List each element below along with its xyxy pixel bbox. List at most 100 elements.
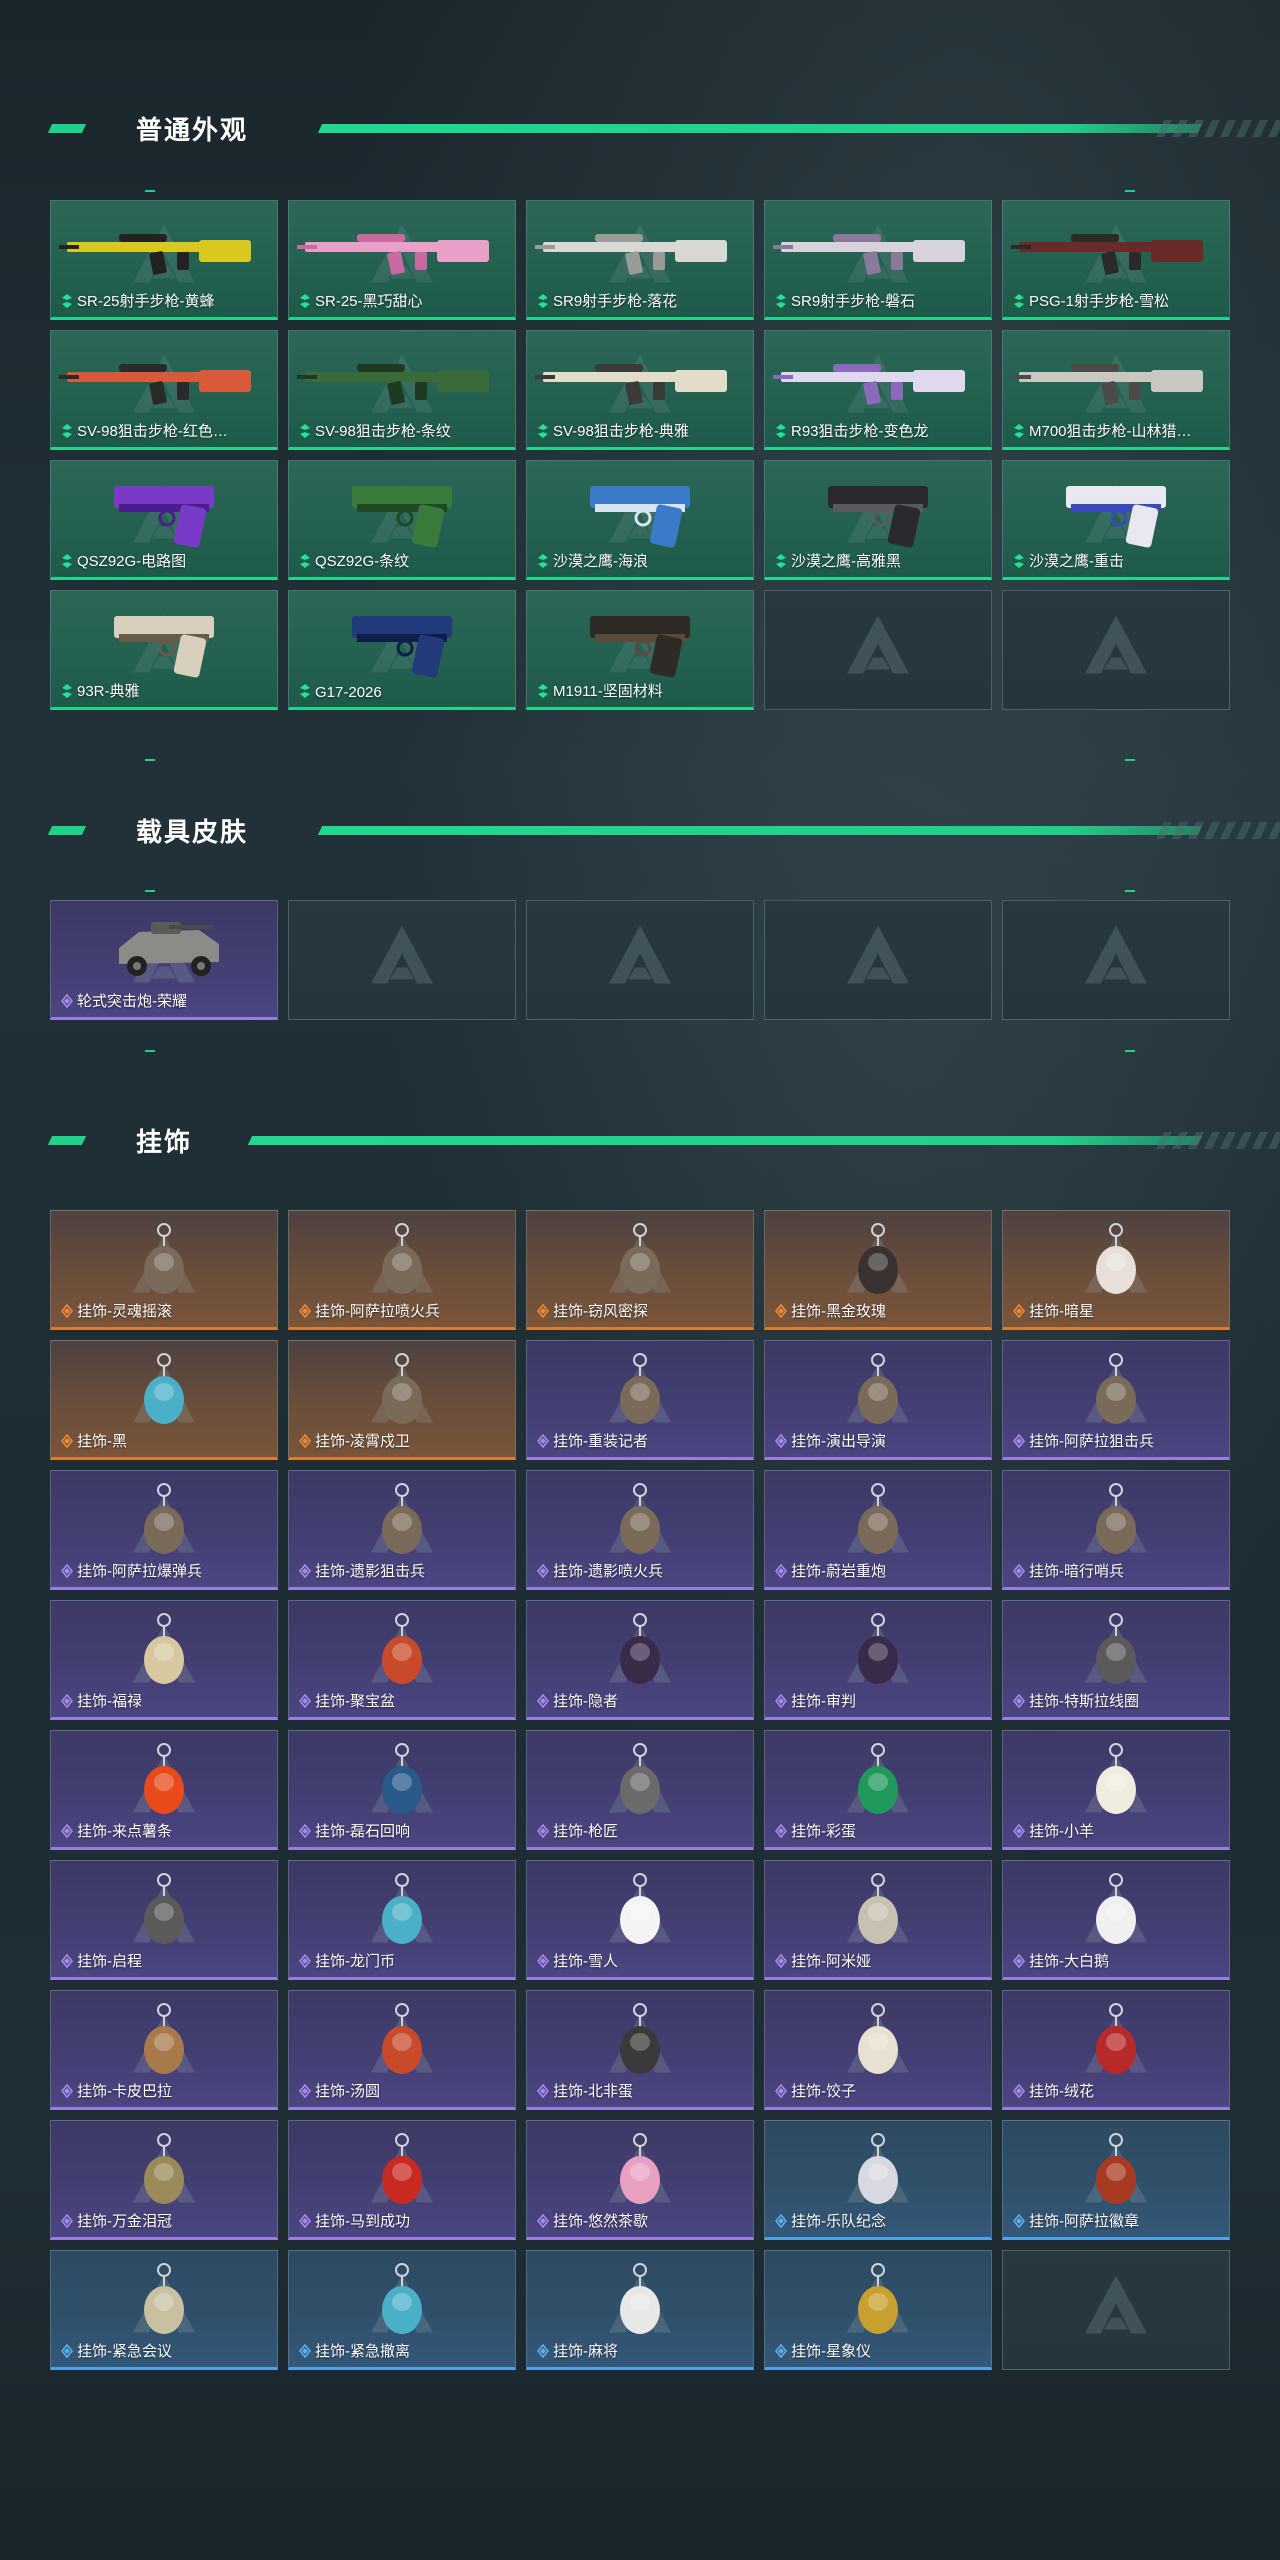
item-label: 挂饰-卡皮巴拉 <box>77 2083 172 2100</box>
item-card[interactable]: PSG-1射手步枪-雪松 <box>1002 200 1230 320</box>
item-card[interactable]: SR9射手步枪-磐石 <box>764 200 992 320</box>
item-card[interactable]: SR-25-黑巧甜心 <box>288 200 516 320</box>
item-card[interactable]: 挂饰-雪人 <box>526 1860 754 1980</box>
rarity-diamond-icon <box>537 2084 549 2098</box>
item-label: 挂饰-遗影狙击兵 <box>315 1563 425 1580</box>
rarity-diamond-icon <box>1013 1824 1025 1838</box>
item-card[interactable]: 挂饰-隐者 <box>526 1600 754 1720</box>
empty-item-slot <box>288 900 516 1020</box>
item-card[interactable]: 挂饰-阿萨拉喷火兵 <box>288 1210 516 1330</box>
charm-tag-icon <box>382 2262 422 2334</box>
rarity-diamond-icon <box>299 2344 311 2358</box>
item-card[interactable]: 挂饰-聚宝盆 <box>288 1600 516 1720</box>
item-card[interactable]: 挂饰-特斯拉线圈 <box>1002 1600 1230 1720</box>
item-card[interactable]: SV-98狙击步枪-红色… <box>50 330 278 450</box>
item-card[interactable]: 挂饰-龙门币 <box>288 1860 516 1980</box>
charm-figure-icon <box>858 1352 898 1424</box>
vehicle-grid: 轮式突击炮-荣耀 <box>50 900 1230 1020</box>
charm-ring-icon <box>382 1742 422 1814</box>
item-card[interactable]: 挂饰-阿萨拉徽章 <box>1002 2120 1230 2240</box>
item-card[interactable]: 挂饰-绒花 <box>1002 1990 1230 2110</box>
item-card[interactable]: 挂饰-小羊 <box>1002 1730 1230 1850</box>
item-card[interactable]: 挂饰-福禄 <box>50 1600 278 1720</box>
item-card[interactable]: SV-98狙击步枪-条纹 <box>288 330 516 450</box>
item-card[interactable]: QSZ92G-电路图 <box>50 460 278 580</box>
item-card[interactable]: 挂饰-阿米娅 <box>764 1860 992 1980</box>
rarity-diamond-icon <box>538 554 548 568</box>
item-card[interactable]: 轮式突击炮-荣耀 <box>50 900 278 1020</box>
item-card[interactable]: 挂饰-窃风密探 <box>526 1210 754 1330</box>
item-label: 沙漠之鹰-高雅黑 <box>791 553 901 570</box>
item-card[interactable]: 挂饰-磊石回响 <box>288 1730 516 1850</box>
item-label: M700狙击步枪-山林猎… <box>1029 423 1192 440</box>
vehicle-icon <box>119 921 219 976</box>
item-card[interactable]: 挂饰-马到成功 <box>288 2120 516 2240</box>
item-card[interactable]: 挂饰-乐队纪念 <box>764 2120 992 2240</box>
rarity-diamond-icon <box>775 1564 787 1578</box>
item-label: 挂饰-黑金玫瑰 <box>791 1303 886 1320</box>
item-card[interactable]: R93狙击步枪-变色龙 <box>764 330 992 450</box>
item-card[interactable]: 沙漠之鹰-海浪 <box>526 460 754 580</box>
item-label: QSZ92G-电路图 <box>77 553 187 570</box>
item-card[interactable]: 挂饰-灵魂摇滚 <box>50 1210 278 1330</box>
section-header-appearance: 普通外观 <box>47 108 1230 148</box>
item-label: 挂饰-星象仪 <box>791 2343 871 2360</box>
item-card[interactable]: 挂饰-汤圆 <box>288 1990 516 2110</box>
item-card[interactable]: 挂饰-阿萨拉爆弹兵 <box>50 1470 278 1590</box>
item-card[interactable]: 挂饰-来点薯条 <box>50 1730 278 1850</box>
item-card[interactable]: SV-98狙击步枪-典雅 <box>526 330 754 450</box>
item-card[interactable]: 挂饰-暗行哨兵 <box>1002 1470 1230 1590</box>
item-card[interactable]: 挂饰-重装记者 <box>526 1340 754 1460</box>
item-card[interactable]: 挂饰-紧急会议 <box>50 2250 278 2370</box>
item-card[interactable]: SR9射手步枪-落花 <box>526 200 754 320</box>
item-card[interactable]: 挂饰-星象仪 <box>764 2250 992 2370</box>
rarity-diamond-icon <box>537 2214 549 2228</box>
item-card[interactable]: 沙漠之鹰-重击 <box>1002 460 1230 580</box>
item-card[interactable]: M700狙击步枪-山林猎… <box>1002 330 1230 450</box>
corner-marker <box>145 190 155 192</box>
corner-marker <box>1125 890 1135 892</box>
item-label: 挂饰-枪匠 <box>553 1823 618 1840</box>
rifle-yellow-black-icon <box>59 233 251 275</box>
item-card[interactable]: 沙漠之鹰-高雅黑 <box>764 460 992 580</box>
item-card[interactable]: M1911-坚固材料 <box>526 590 754 710</box>
item-card[interactable]: 挂饰-枪匠 <box>526 1730 754 1850</box>
item-card[interactable]: QSZ92G-条纹 <box>288 460 516 580</box>
rarity-diamond-icon <box>775 1304 787 1318</box>
pistol-dark-icon <box>590 615 690 678</box>
rarity-diamond-icon <box>61 1434 73 1448</box>
item-card[interactable]: 挂饰-彩蛋 <box>764 1730 992 1850</box>
item-card[interactable]: 93R-典雅 <box>50 590 278 710</box>
item-card[interactable]: 挂饰-暗星 <box>1002 1210 1230 1330</box>
item-card[interactable]: 挂饰-蔚岩重炮 <box>764 1470 992 1590</box>
item-card[interactable]: 挂饰-遗影喷火兵 <box>526 1470 754 1590</box>
item-card[interactable]: 挂饰-凌霄戍卫 <box>288 1340 516 1460</box>
item-card[interactable]: G17-2026 <box>288 590 516 710</box>
item-label: 挂饰-彩蛋 <box>791 1823 856 1840</box>
item-label: 挂饰-紧急会议 <box>77 2343 172 2360</box>
item-card[interactable]: 挂饰-阿萨拉狙击兵 <box>1002 1340 1230 1460</box>
item-card[interactable]: 挂饰-北非蛋 <box>526 1990 754 2110</box>
rarity-diamond-icon <box>61 2214 73 2228</box>
item-card[interactable]: 挂饰-演出导演 <box>764 1340 992 1460</box>
item-card[interactable]: 挂饰-饺子 <box>764 1990 992 2110</box>
item-card[interactable]: 挂饰-万金泪冠 <box>50 2120 278 2240</box>
item-card[interactable]: 挂饰-遗影狙击兵 <box>288 1470 516 1590</box>
rarity-diamond-icon <box>61 994 73 1008</box>
item-card[interactable]: 挂饰-大白鹅 <box>1002 1860 1230 1980</box>
charm-tag-icon <box>144 1352 184 1424</box>
empty-item-slot <box>1002 2250 1230 2370</box>
item-card[interactable]: 挂饰-黑金玫瑰 <box>764 1210 992 1330</box>
item-card[interactable]: SR-25射手步枪-黄蜂 <box>50 200 278 320</box>
item-label: SR9射手步枪-磐石 <box>791 293 916 310</box>
item-card[interactable]: 挂饰-紧急撤离 <box>288 2250 516 2370</box>
rarity-diamond-icon <box>299 1824 311 1838</box>
item-card[interactable]: 挂饰-黑 <box>50 1340 278 1460</box>
rarity-diamond-icon <box>299 1304 311 1318</box>
charm-goose-icon <box>1096 1872 1136 1944</box>
item-card[interactable]: 挂饰-卡皮巴拉 <box>50 1990 278 2110</box>
item-card[interactable]: 挂饰-麻将 <box>526 2250 754 2370</box>
item-card[interactable]: 挂饰-启程 <box>50 1860 278 1980</box>
item-card[interactable]: 挂饰-悠然茶歇 <box>526 2120 754 2240</box>
item-card[interactable]: 挂饰-审判 <box>764 1600 992 1720</box>
